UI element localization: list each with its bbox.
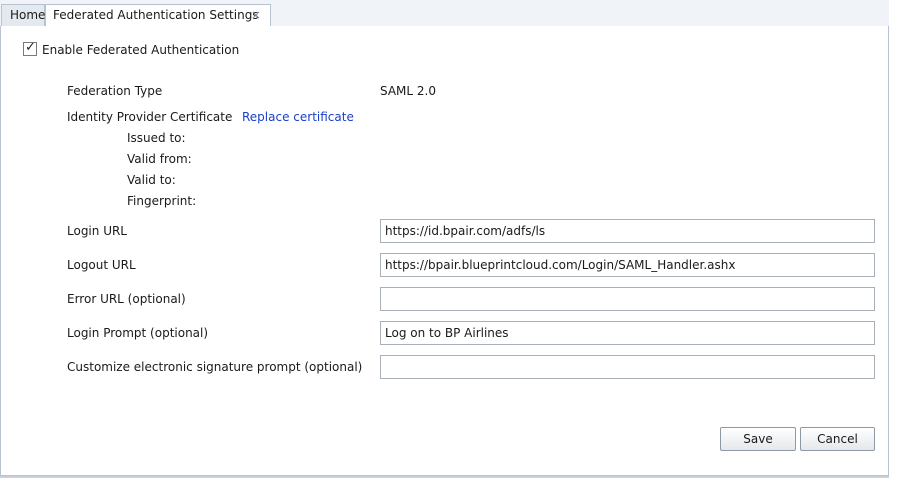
federation-type-label: Federation Type (67, 84, 163, 98)
error-url-label: Error URL (optional) (67, 292, 186, 306)
fingerprint-label: Fingerprint: (127, 194, 197, 208)
enable-federated-auth-label[interactable]: Enable Federated Authentication (42, 43, 239, 57)
certificate-label: Identity Provider Certificate (67, 110, 233, 124)
tab-home-label: Home (10, 8, 46, 22)
enable-federated-auth-checkbox[interactable]: ✓ (23, 40, 37, 56)
cancel-button[interactable]: Cancel (800, 427, 875, 451)
logout-url-label: Logout URL (67, 258, 136, 272)
replace-certificate-link[interactable]: Replace certificate (242, 110, 354, 124)
panel-bottom-border (0, 476, 889, 478)
login-url-field[interactable]: https://id.bpair.com/adfs/ls (380, 219, 875, 243)
esig-prompt-field[interactable] (380, 355, 875, 379)
valid-from-label: Valid from: (127, 152, 192, 166)
save-button[interactable]: Save (720, 427, 796, 451)
checkmark-icon: ✓ (25, 40, 36, 55)
error-url-field[interactable] (380, 287, 875, 311)
esig-prompt-label: Customize electronic signature prompt (o… (67, 360, 363, 374)
tab-active-label: Federated Authentication Settings (53, 8, 259, 22)
federation-type-value: SAML 2.0 (380, 84, 436, 98)
tab-home[interactable]: Home (1, 4, 45, 27)
login-url-label: Login URL (67, 224, 127, 238)
tab-bar: Home Federated Authentication Settings × (0, 0, 889, 28)
tab-federated-authentication-settings[interactable]: Federated Authentication Settings × (45, 4, 271, 28)
login-prompt-field[interactable]: Log on to BP Airlines (380, 321, 875, 345)
close-icon[interactable]: × (251, 5, 261, 26)
valid-to-label: Valid to: (127, 173, 176, 187)
logout-url-field[interactable]: https://bpair.blueprintcloud.com/Login/S… (380, 253, 875, 277)
issued-to-label: Issued to: (127, 131, 186, 145)
login-prompt-label: Login Prompt (optional) (67, 326, 209, 340)
